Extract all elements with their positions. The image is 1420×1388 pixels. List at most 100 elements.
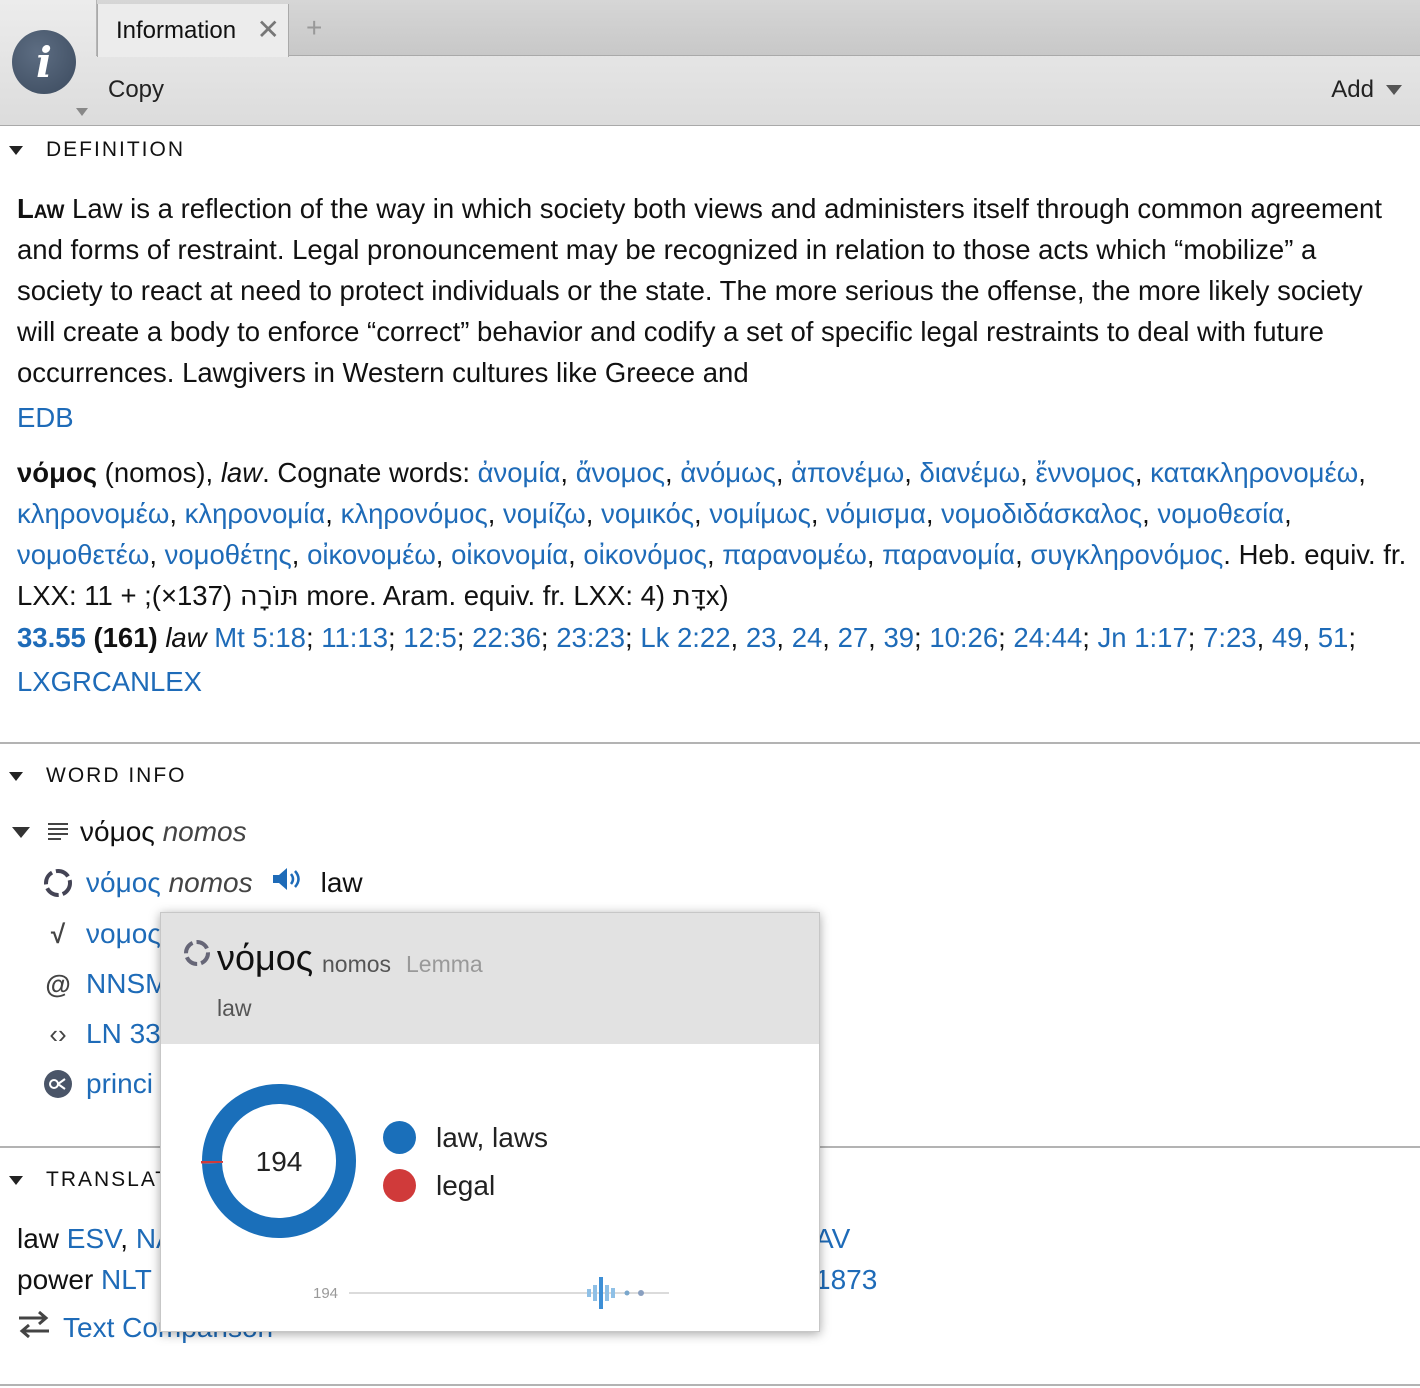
text-lines-icon — [42, 822, 74, 842]
panel-header: i Information ✕ + Copy Add — [0, 0, 1420, 126]
copy-button[interactable]: Copy — [108, 76, 164, 104]
information-panel-icon[interactable]: i — [12, 30, 76, 94]
lemma-translit: nomos — [168, 866, 253, 898]
reference-link[interactable]: 49 — [1272, 622, 1303, 653]
add-button[interactable]: Add — [1331, 76, 1402, 104]
cognate-link[interactable]: οἰκονόμος — [583, 539, 707, 570]
legend-item[interactable]: legal — [383, 1169, 495, 1202]
collapse-triangle-icon[interactable] — [9, 1175, 23, 1185]
cognate-link[interactable]: νομοθετέω — [17, 539, 149, 570]
close-icon[interactable]: ✕ — [257, 16, 280, 44]
reference-link[interactable]: 10:26 — [929, 622, 998, 653]
sense-icon — [42, 1069, 74, 1099]
legend-item[interactable]: law, laws — [383, 1121, 548, 1154]
cognate-link[interactable]: οἰκονομέω — [307, 539, 436, 570]
reference-link[interactable]: 24 — [792, 622, 823, 653]
expand-triangle-icon[interactable] — [12, 826, 30, 838]
translation-section-header[interactable]: TRANSLAT — [0, 1168, 170, 1192]
morphology-link[interactable]: NNSM — [86, 968, 168, 1000]
reference-link[interactable]: Jn 1:17 — [1098, 622, 1188, 653]
sense-link[interactable]: princi — [86, 1068, 153, 1100]
lexicon-source-link[interactable]: LXGRCANLEX — [17, 666, 202, 698]
translation-source-link[interactable]: ESV — [67, 1223, 120, 1254]
aramaic-tail: x) — [705, 580, 729, 611]
lexicon-gloss: law — [220, 457, 263, 488]
cognate-link[interactable]: ἀνομία — [478, 457, 561, 488]
swap-arrows-icon — [17, 1310, 51, 1345]
root-link[interactable]: νομος — [86, 918, 161, 950]
reference-link[interactable]: 22:36 — [472, 622, 541, 653]
frequency-sparkline — [349, 1277, 669, 1309]
cognate-link[interactable]: οἰκονομία — [451, 539, 568, 570]
legend-dot — [383, 1121, 416, 1154]
surface-form-row[interactable]: νόμος nomos — [12, 816, 247, 848]
domain-row[interactable]: ‹› LN 33 — [42, 1018, 161, 1050]
cognate-link[interactable]: διανέμω — [920, 457, 1021, 488]
tab-information[interactable]: Information ✕ — [97, 4, 289, 57]
translation-source-link[interactable]: AV 1873 — [815, 1218, 877, 1300]
code-brackets-icon: ‹› — [49, 1018, 67, 1049]
cognate-link[interactable]: νομικός — [601, 498, 694, 529]
cognate-link[interactable]: κληρονομέω — [17, 498, 169, 529]
speaker-icon[interactable] — [271, 866, 305, 899]
lemma-link[interactable]: νόμος — [86, 867, 161, 899]
collapse-triangle-icon[interactable] — [9, 771, 23, 781]
cognate-link[interactable]: κληρονομία — [185, 498, 326, 529]
cognate-link[interactable]: ἔννομος — [1035, 457, 1134, 488]
translation-source-link[interactable]: NLT — [101, 1264, 152, 1295]
word-info-heading: WORD INFO — [46, 764, 187, 787]
morphology-row[interactable]: @ NNSM — [42, 968, 168, 1000]
reference-link[interactable]: 24:44 — [1013, 622, 1082, 653]
reference-link[interactable]: 23 — [746, 622, 777, 653]
definition-heading: DEFINITION — [46, 138, 185, 161]
cognate-link[interactable]: νομοθεσία — [1157, 498, 1284, 529]
reference-link[interactable]: 12:5 — [403, 622, 457, 653]
cognate-link[interactable]: παρανομία — [882, 539, 1015, 570]
cognate-link[interactable]: ἄνομος — [576, 457, 665, 488]
lemma-row[interactable]: νόμος nomos law — [42, 866, 363, 899]
cognate-link[interactable]: κληρονόμος — [341, 498, 488, 529]
definition-source-link[interactable]: EDB — [17, 402, 74, 434]
sense-donut-chart[interactable]: 194 — [201, 1083, 357, 1239]
legend-dot — [383, 1169, 416, 1202]
reference-list: Mt 5:18; 11:13; 12:5; 22:36; 23:23; Lk 2… — [214, 622, 1356, 653]
definition-section-header[interactable]: DEFINITION — [0, 138, 185, 162]
reference-link[interactable]: 51 — [1318, 622, 1349, 653]
cognate-link[interactable]: νομίζω — [503, 498, 586, 529]
entry-number-link[interactable]: 33.55 — [17, 622, 86, 653]
reference-link[interactable]: 27 — [838, 622, 869, 653]
legend-label: legal — [436, 1169, 496, 1201]
popup-header: νόμος nomos Lemma law — [161, 913, 819, 1044]
definition-headword: Law — [17, 193, 65, 224]
add-tab-icon[interactable]: + — [306, 12, 322, 44]
popup-kind: Lemma — [406, 951, 483, 977]
word-info-section-header[interactable]: WORD INFO — [0, 764, 186, 788]
sense-row[interactable]: princi — [42, 1068, 153, 1100]
panel-menu-caret-icon[interactable] — [76, 108, 88, 116]
root-row[interactable]: √ νομος — [42, 918, 161, 950]
add-button-label: Add — [1331, 76, 1374, 103]
cognate-link[interactable]: νόμισμα — [826, 498, 926, 529]
cognate-link[interactable]: ἀνόμως — [680, 457, 776, 488]
reference-link[interactable]: Lk 2:22 — [640, 622, 730, 653]
legend-label: law, laws — [436, 1121, 549, 1153]
aramaic-word: דָּת — [672, 580, 706, 612]
cognate-link[interactable]: κατακληρονομέω — [1150, 457, 1358, 488]
cognate-link[interactable]: συγκληρονόμος — [1030, 539, 1223, 570]
lemma-icon — [184, 940, 210, 966]
cognate-link[interactable]: νομοθέτης — [165, 539, 292, 570]
translation-word: law — [17, 1223, 60, 1254]
cognate-link[interactable]: παρανομέω — [722, 539, 867, 570]
cognate-link[interactable]: νομοδιδάσκαλος — [941, 498, 1142, 529]
reference-link[interactable]: 7:23 — [1203, 622, 1257, 653]
reference-link[interactable]: 23:23 — [556, 622, 625, 653]
reference-link[interactable]: 11:13 — [321, 622, 388, 653]
collapse-triangle-icon[interactable] — [9, 145, 23, 155]
surface-form: νόμος — [80, 816, 155, 847]
cognate-link[interactable]: ἀπονέμω — [791, 457, 904, 488]
popup-translit: nomos — [322, 951, 392, 977]
reference-link[interactable]: Mt 5:18 — [214, 622, 306, 653]
domain-link[interactable]: LN 33 — [86, 1018, 161, 1050]
cognate-link[interactable]: νομίμως — [709, 498, 811, 529]
reference-link[interactable]: 39 — [883, 622, 914, 653]
